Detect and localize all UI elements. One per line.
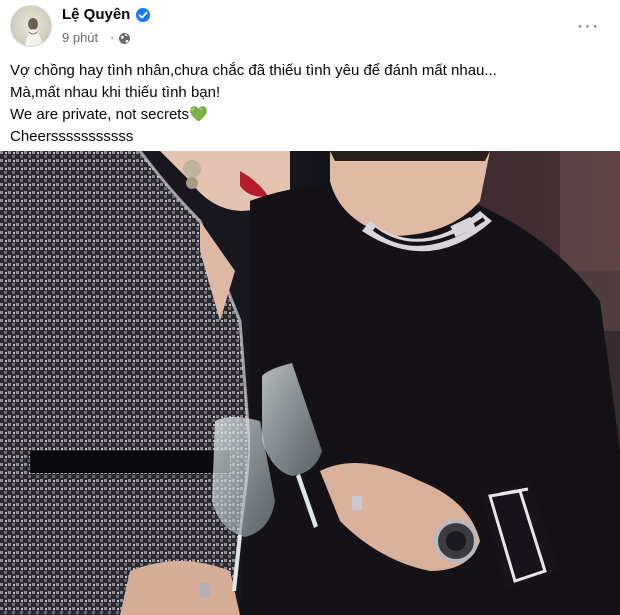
post-message-line-3: We are private, not secrets💚 <box>10 104 610 126</box>
post-timestamp[interactable]: 9 phút <box>62 30 98 45</box>
post-message-line-3-text: We are private, not secrets <box>10 106 189 123</box>
photo-image <box>0 151 620 615</box>
meta-separator: · <box>110 30 115 45</box>
post-message: Vợ chồng hay tình nhân,chưa chắc đã thiế… <box>10 60 610 148</box>
facebook-post: Lệ Quyên 9 phút · ··· Vợ chồng hay tình … <box>0 0 620 615</box>
more-options-icon[interactable]: ··· <box>572 10 604 42</box>
post-message-line-1: Vợ chồng hay tình nhân,chưa chắc đã thiế… <box>10 62 497 79</box>
author-avatar[interactable] <box>10 5 52 47</box>
avatar-image <box>25 18 43 46</box>
post-photo[interactable] <box>0 151 620 615</box>
author-name[interactable]: Lệ Quyên <box>62 6 130 23</box>
globe-icon[interactable] <box>118 32 131 45</box>
post-header: Lệ Quyên 9 phút · ··· <box>0 0 620 54</box>
green-heart-icon: 💚 <box>188 106 208 123</box>
post-message-line-2: Mà,mất nhau khi thiếu tình bạn! <box>10 84 221 101</box>
post-message-line-4: Cheersssssssssss <box>10 128 134 145</box>
verified-badge-icon <box>136 8 150 22</box>
